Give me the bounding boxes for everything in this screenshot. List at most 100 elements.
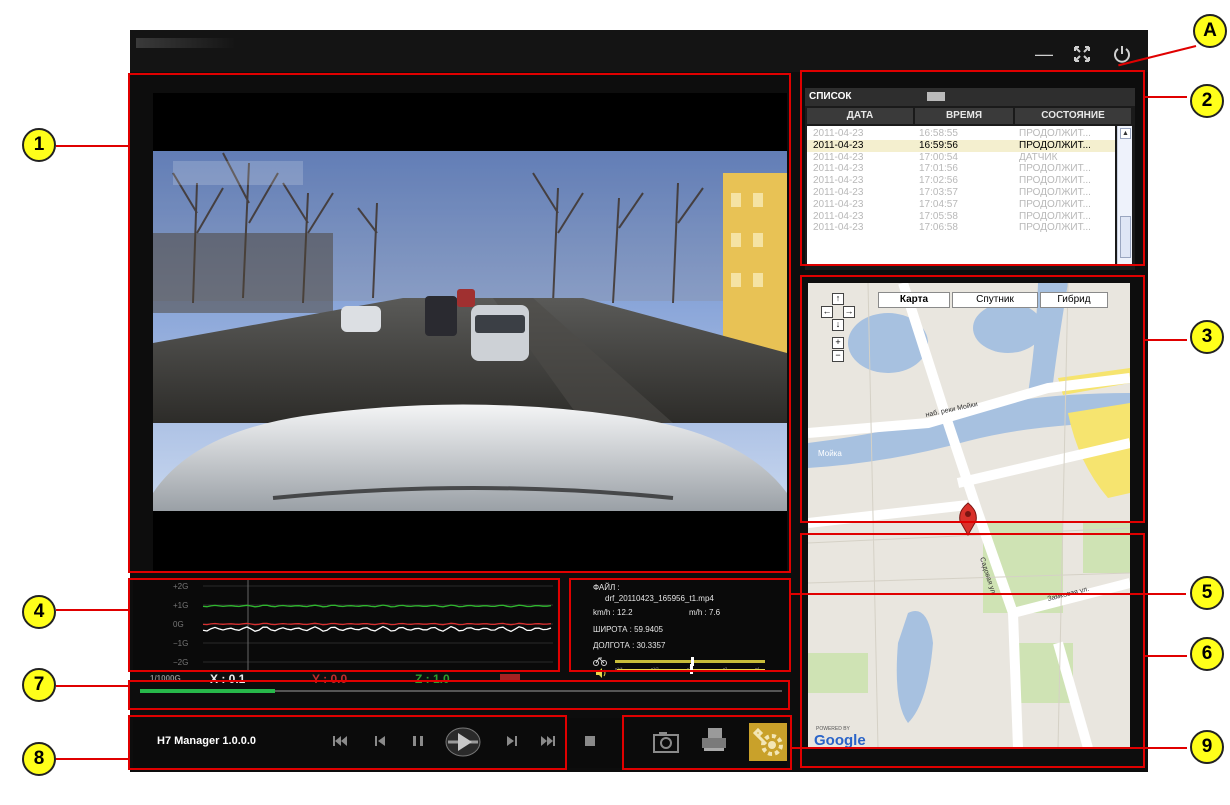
list-date: 2011-04-23: [813, 163, 864, 175]
graph-tick-label: −2G: [173, 658, 188, 667]
settings-button[interactable]: [749, 723, 787, 761]
list-item[interactable]: 2011-04-23 17:03:57 ПРОДОЛЖИТ...: [807, 187, 1115, 199]
leader-line-4: [56, 609, 130, 611]
z-axis-value: Z : 1.0: [415, 672, 450, 686]
zoom-in-icon[interactable]: +: [832, 337, 844, 349]
list-date: 2011-04-23: [813, 139, 864, 151]
scroll-up-icon[interactable]: ▲: [1120, 128, 1131, 139]
skip-start-icon: [333, 736, 347, 746]
list-status: ПРОДОЛЖИТ...: [1019, 198, 1091, 210]
list-time: 17:01:56: [919, 163, 958, 175]
zoom-out-icon[interactable]: −: [832, 350, 844, 362]
leader-line-3: [1145, 339, 1187, 341]
list-header: СПИСОК: [805, 88, 1135, 106]
list-status: ПРОДОЛЖИТ...: [1019, 163, 1091, 175]
list-item[interactable]: 2011-04-23 16:59:56 ПРОДОЛЖИТ...: [807, 139, 1115, 152]
list-scrollbar[interactable]: ▲: [1117, 126, 1132, 266]
callout-9: 9: [1190, 730, 1224, 764]
list-date: 2011-04-23: [813, 198, 864, 210]
leader-line-7: [56, 685, 130, 687]
playback-progress[interactable]: [140, 686, 782, 696]
pause-button[interactable]: [409, 732, 427, 750]
skip-to-end-button[interactable]: [539, 732, 557, 750]
callout-a: A: [1193, 14, 1227, 48]
playback-controls: H7 Manager 1.0.0.0: [133, 718, 787, 768]
video-player[interactable]: [153, 93, 787, 571]
scroll-thumb[interactable]: [1120, 216, 1131, 258]
print-button[interactable]: [699, 726, 729, 754]
previous-icon: [375, 736, 385, 746]
list-rows: 2011-04-23 16:58:55 ПРОДОЛЖИТ... 2011-04-23…: [807, 126, 1115, 266]
list-toggle-icon[interactable]: [927, 92, 945, 101]
app-version-label: H7 Manager 1.0.0.0: [157, 735, 257, 747]
camera-icon: [653, 732, 679, 753]
list-item[interactable]: 2011-04-23 17:06:58 ПРОДОЛЖИТ...: [807, 222, 1115, 234]
pause-icon: [413, 736, 423, 746]
pan-down-icon[interactable]: ↓: [832, 319, 844, 331]
skip-to-start-button[interactable]: [331, 732, 349, 750]
map-tab-hybrid[interactable]: Гибрид: [1040, 292, 1108, 308]
map-view[interactable]: наб. реки Мойки Мойка Садовая ул. Замков…: [808, 283, 1130, 748]
list-status: ПРОДОЛЖИТ...: [1019, 139, 1091, 151]
graph-tick-label: +2G: [173, 582, 188, 591]
google-logo: Google: [814, 732, 866, 748]
leader-line-2: [1145, 96, 1187, 98]
title-bar: [130, 30, 1148, 72]
map-tab-satellite[interactable]: Спутник: [952, 292, 1038, 308]
list-time: 17:06:58: [919, 222, 958, 234]
minus-icon: —: [1035, 44, 1053, 64]
latitude: ШИРОТА : 59.9405: [593, 625, 664, 634]
list-status: ПРОДОЛЖИТ...: [1019, 175, 1091, 187]
list-time: 17:04:57: [919, 198, 958, 210]
callout-1: 1: [22, 128, 56, 162]
list-item[interactable]: 2011-04-23 17:02:56 ПРОДОЛЖИТ...: [807, 175, 1115, 187]
list-item[interactable]: 2011-04-23 17:04:57 ПРОДОЛЖИТ...: [807, 199, 1115, 211]
play-button[interactable]: [445, 726, 481, 758]
graph-series-z: [202, 625, 552, 633]
leader-line-5: [791, 593, 1186, 595]
leader-line-9: [792, 747, 1187, 749]
maximize-button[interactable]: [1072, 44, 1092, 64]
list-item[interactable]: 2011-04-23 17:00:54 ДАТЧИК: [807, 152, 1115, 164]
list-title: СПИСОК: [809, 91, 852, 102]
next-button[interactable]: [503, 732, 521, 750]
pan-left-icon[interactable]: ←: [821, 306, 833, 318]
speed-kmh: km/h : 12.2: [593, 608, 633, 617]
leader-line-8: [56, 758, 130, 760]
leader-line-6: [1145, 655, 1187, 657]
skip-end-icon: [541, 736, 555, 746]
speed-slider-track[interactable]: [615, 660, 765, 663]
longitude: ДОЛГОТА : 30.3357: [593, 641, 666, 650]
callout-8: 8: [22, 742, 56, 776]
file-label: ФАЙЛ :: [593, 583, 620, 592]
callout-5: 5: [1190, 576, 1224, 610]
list-item[interactable]: 2011-04-23 16:58:55 ПРОДОЛЖИТ...: [807, 128, 1115, 140]
graph-tick-label: +1G: [173, 601, 188, 610]
g-sensor-plot: +2G +1G 0G −1G −2G: [173, 578, 553, 672]
pan-right-icon[interactable]: →: [843, 306, 855, 318]
list-date: 2011-04-23: [813, 128, 864, 139]
stop-button[interactable]: [583, 734, 597, 748]
speed-mph: m/h : 7.6: [689, 608, 721, 617]
video-frame: [153, 151, 787, 511]
list-time: 17:05:58: [919, 210, 958, 222]
list-date: 2011-04-23: [813, 151, 864, 163]
snapshot-button[interactable]: [651, 728, 681, 756]
column-status[interactable]: СОСТОЯНИЕ: [1015, 108, 1131, 124]
list-item[interactable]: 2011-04-23 17:01:56 ПРОДОЛЖИТ...: [807, 163, 1115, 175]
list-time: 17:00:54: [919, 151, 958, 163]
column-time[interactable]: ВРЕМЯ: [915, 108, 1013, 124]
map-tab-map[interactable]: Карта: [878, 292, 950, 308]
column-date[interactable]: ДАТА: [807, 108, 913, 124]
app-logo: [136, 38, 236, 48]
callout-2: 2: [1190, 84, 1224, 118]
map-tiles: наб. реки Мойки Мойка Садовая ул. Замков…: [808, 283, 1130, 748]
previous-button[interactable]: [371, 732, 389, 750]
play-icon: [445, 727, 481, 757]
print-icon: [702, 728, 726, 751]
minimize-button[interactable]: —: [1034, 44, 1054, 64]
stop-icon: [585, 736, 595, 746]
list-item[interactable]: 2011-04-23 17:05:58 ПРОДОЛЖИТ...: [807, 211, 1115, 223]
list-date: 2011-04-23: [813, 175, 864, 187]
pan-up-icon[interactable]: ↑: [832, 293, 844, 305]
